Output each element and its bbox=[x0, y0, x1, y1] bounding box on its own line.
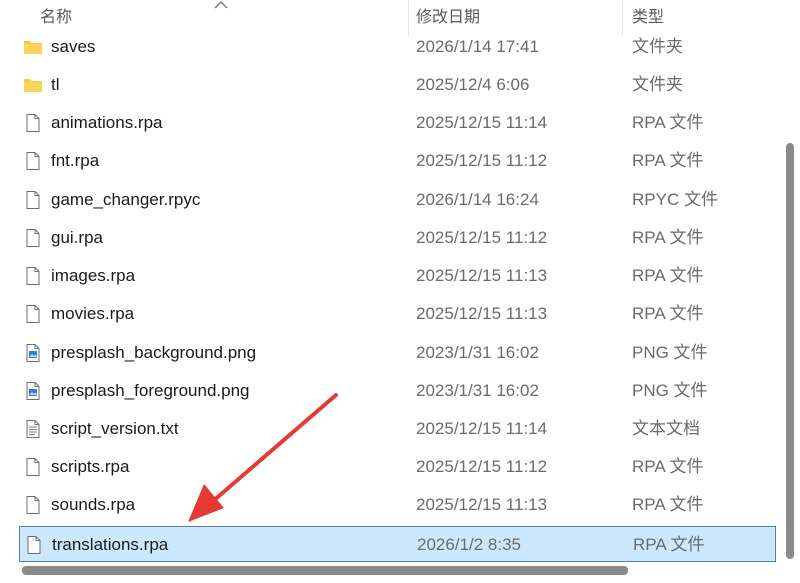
file-modified-date: 2025/12/15 11:13 bbox=[416, 266, 548, 285]
folder-icon bbox=[23, 75, 43, 95]
file-name: tl bbox=[51, 75, 60, 94]
file-type: 文件夹 bbox=[632, 75, 683, 94]
file-type: RPA 文件 bbox=[632, 304, 704, 323]
file-icon bbox=[23, 457, 43, 477]
file-icon bbox=[23, 190, 43, 210]
file-row[interactable]: translations.rpa 2026/1/2 8:35 RPA 文件 bbox=[19, 526, 776, 562]
file-type: RPYC 文件 bbox=[632, 190, 718, 209]
folder-icon bbox=[23, 37, 43, 57]
file-icon bbox=[23, 304, 43, 324]
file-icon bbox=[23, 266, 43, 286]
file-type: RPA 文件 bbox=[632, 151, 704, 170]
file-icon bbox=[24, 535, 44, 555]
sort-ascending-icon bbox=[214, 1, 228, 9]
file-name: fnt.rpa bbox=[51, 151, 100, 170]
file-type: PNG 文件 bbox=[632, 381, 708, 400]
file-row[interactable]: gui.rpa 2025/12/15 11:12 RPA 文件 bbox=[19, 220, 776, 256]
file-modified-date: 2026/1/14 16:24 bbox=[416, 190, 539, 209]
vertical-scrollbar-thumb[interactable] bbox=[786, 143, 794, 559]
file-modified-date: 2023/1/31 16:02 bbox=[416, 343, 539, 362]
file-type: RPA 文件 bbox=[632, 266, 704, 285]
horizontal-scrollbar-thumb[interactable] bbox=[22, 566, 628, 575]
file-modified-date: 2026/1/2 8:35 bbox=[417, 535, 521, 554]
file-modified-date: 2023/1/31 16:02 bbox=[416, 381, 539, 400]
file-modified-date: 2026/1/14 17:41 bbox=[416, 37, 539, 56]
file-name: images.rpa bbox=[51, 266, 136, 285]
file-type: RPA 文件 bbox=[632, 457, 704, 476]
file-type: RPA 文件 bbox=[632, 113, 704, 132]
annotation-arrow-icon bbox=[188, 393, 338, 522]
file-row[interactable]: presplash_background.png 2023/1/31 16:02 P… bbox=[19, 335, 776, 371]
file-modified-date: 2025/12/15 11:13 bbox=[416, 495, 548, 514]
file-row[interactable]: scripts.rpa 2025/12/15 11:12 RPA 文件 bbox=[19, 449, 776, 485]
column-header-type-label: 类型 bbox=[632, 9, 665, 26]
file-row[interactable]: saves 2026/1/14 17:41 文件夹 bbox=[19, 29, 776, 65]
file-icon bbox=[23, 495, 43, 515]
file-type: PNG 文件 bbox=[632, 343, 708, 362]
image-file-icon bbox=[23, 343, 43, 363]
file-modified-date: 2025/12/15 11:12 bbox=[416, 457, 548, 476]
file-row[interactable]: script_version.txt 2025/12/15 11:14 文本文档 bbox=[19, 411, 776, 447]
file-name: translations.rpa bbox=[52, 535, 169, 554]
file-modified-date: 2025/12/15 11:12 bbox=[416, 228, 548, 247]
file-modified-date: 2025/12/15 11:12 bbox=[416, 151, 548, 170]
file-row[interactable]: presplash_foreground.png 2023/1/31 16:02 P… bbox=[19, 373, 776, 409]
file-name: presplash_background.png bbox=[51, 343, 257, 362]
file-row[interactable]: fnt.rpa 2025/12/15 11:12 RPA 文件 bbox=[19, 143, 776, 179]
file-name: game_changer.rpyc bbox=[51, 190, 201, 209]
text-file-icon bbox=[23, 419, 43, 439]
file-row[interactable]: sounds.rpa 2025/12/15 11:13 RPA 文件 bbox=[19, 487, 776, 523]
file-row[interactable]: images.rpa 2025/12/15 11:13 RPA 文件 bbox=[19, 258, 776, 294]
file-row[interactable]: movies.rpa 2025/12/15 11:13 RPA 文件 bbox=[19, 296, 776, 332]
file-row[interactable]: tl 2025/12/4 6:06 文件夹 bbox=[19, 67, 776, 103]
file-name: scripts.rpa bbox=[51, 457, 130, 476]
file-type: RPA 文件 bbox=[632, 495, 704, 514]
image-file-icon bbox=[23, 381, 43, 401]
file-modified-date: 2025/12/15 11:14 bbox=[416, 113, 548, 132]
file-name: script_version.txt bbox=[51, 419, 179, 438]
file-name: sounds.rpa bbox=[51, 495, 136, 514]
file-type: RPA 文件 bbox=[632, 228, 704, 247]
file-modified-date: 2025/12/15 11:14 bbox=[416, 419, 548, 438]
file-row[interactable]: animations.rpa 2025/12/15 11:14 RPA 文件 bbox=[19, 105, 776, 141]
file-type: 文本文档 bbox=[632, 419, 700, 438]
file-icon bbox=[23, 113, 43, 133]
file-type: RPA 文件 bbox=[633, 535, 705, 554]
file-row[interactable]: game_changer.rpyc 2026/1/14 16:24 RPYC 文件 bbox=[19, 182, 776, 218]
column-header-date-label: 修改日期 bbox=[416, 9, 481, 26]
file-name: saves bbox=[51, 37, 96, 56]
file-type: 文件夹 bbox=[632, 37, 683, 56]
file-modified-date: 2025/12/15 11:13 bbox=[416, 304, 548, 323]
column-header-name-label: 名称 bbox=[40, 9, 73, 26]
file-modified-date: 2025/12/4 6:06 bbox=[416, 75, 530, 94]
file-name: gui.rpa bbox=[51, 228, 103, 247]
file-name: movies.rpa bbox=[51, 304, 135, 323]
file-icon bbox=[23, 228, 43, 248]
file-name: animations.rpa bbox=[51, 113, 163, 132]
file-icon bbox=[23, 151, 43, 171]
